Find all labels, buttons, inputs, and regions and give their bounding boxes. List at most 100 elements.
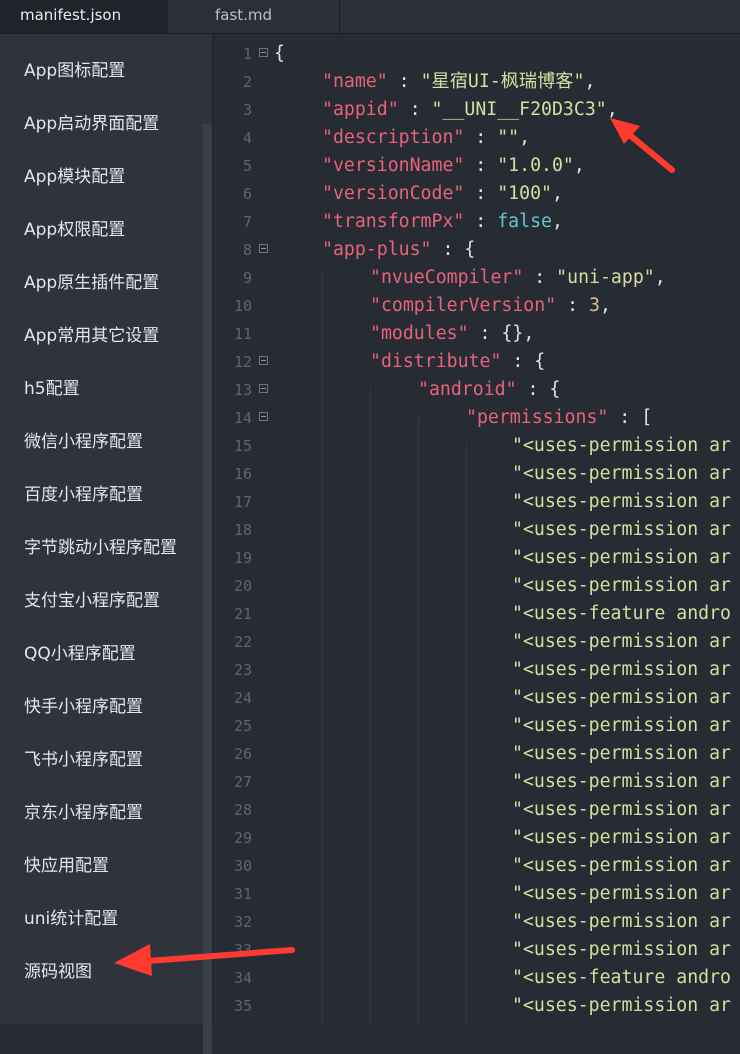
code-token: "<uses-permission ar	[512, 883, 731, 904]
code-token: "android" : {	[418, 379, 561, 400]
fold-toggle-icon[interactable]	[259, 244, 268, 253]
line-number: 15	[233, 437, 252, 455]
code-token: "<uses-permission ar	[512, 715, 731, 736]
line-number: 4	[242, 129, 252, 147]
code-token: "name" : "星宿UI-枫瑞博客",	[322, 71, 596, 92]
sidebar-item-bytedance-mp[interactable]: 字节跳动小程序配置	[24, 533, 177, 558]
line-number: 7	[242, 213, 252, 231]
code-line: 26 "<uses-permission ar	[214, 740, 740, 768]
sidebar-item-feishu-mp[interactable]: 飞书小程序配置	[24, 745, 143, 770]
code-line: 25 "<uses-permission ar	[214, 712, 740, 740]
line-number: 11	[233, 325, 252, 343]
sidebar-item-kuaishou-mp[interactable]: 快手小程序配置	[24, 692, 143, 717]
code-token: "<uses-feature andro	[512, 967, 731, 988]
code-line: 19 "<uses-permission ar	[214, 544, 740, 572]
sidebar-item-app-splash[interactable]: App启动界面配置	[24, 109, 159, 134]
code-token: "<uses-permission ar	[512, 799, 731, 820]
fold-toggle-icon[interactable]	[259, 384, 268, 393]
line-number: 28	[233, 801, 252, 819]
code-token: "appid" : "__UNI__F20D3C3",	[322, 99, 618, 120]
line-number: 2	[242, 73, 252, 91]
line-number: 13	[233, 381, 252, 399]
fold-toggle-icon[interactable]	[259, 48, 268, 57]
line-number: 27	[233, 773, 252, 791]
code-token: "<uses-permission ar	[512, 659, 731, 680]
code-line: 22 "<uses-permission ar	[214, 628, 740, 656]
sidebar-item-qq-mp[interactable]: QQ小程序配置	[24, 639, 136, 664]
sidebar-scrollbar[interactable]	[203, 124, 212, 1054]
line-number: 26	[233, 745, 252, 763]
line-number: 1	[242, 45, 252, 63]
fold-toggle-icon[interactable]	[259, 412, 268, 421]
code-line: 28 "<uses-permission ar	[214, 796, 740, 824]
sidebar-item-alipay-mp[interactable]: 支付宝小程序配置	[24, 586, 160, 611]
code-token: "versionName" : "1.0.0",	[322, 155, 585, 176]
code-token: "modules" : {},	[370, 323, 535, 344]
sidebar-item-quickapp[interactable]: 快应用配置	[24, 851, 109, 876]
code-line: 9 "nvueCompiler" : "uni-app",	[214, 264, 740, 292]
code-token: "<uses-permission ar	[512, 827, 731, 848]
code-token: "<uses-permission ar	[512, 631, 731, 652]
code-token: "<uses-permission ar	[512, 939, 731, 960]
line-number: 6	[242, 185, 252, 203]
line-number: 19	[233, 549, 252, 567]
line-number: 8	[242, 241, 252, 259]
sidebar-item-app-permissions[interactable]: App权限配置	[24, 215, 125, 240]
code-line: 15 "<uses-permission ar	[214, 432, 740, 460]
code-token: {	[274, 43, 285, 64]
code-line: 11 "modules" : {},	[214, 320, 740, 348]
code-line: 7 "transformPx" : false,	[214, 208, 740, 236]
sidebar-item-jd-mp[interactable]: 京东小程序配置	[24, 798, 143, 823]
code-token: "<uses-permission ar	[512, 519, 731, 540]
code-line: 24 "<uses-permission ar	[214, 684, 740, 712]
line-number: 5	[242, 157, 252, 175]
line-number: 31	[233, 885, 252, 903]
code-token: "distribute" : {	[370, 351, 546, 372]
sidebar-item-app-native-plugins[interactable]: App原生插件配置	[24, 268, 159, 293]
code-token: "<uses-permission ar	[512, 463, 731, 484]
code-token: "<uses-permission ar	[512, 687, 731, 708]
code-line: 13 "android" : {	[214, 376, 740, 404]
line-number: 14	[233, 409, 252, 427]
line-number: 16	[233, 465, 252, 483]
line-number: 35	[233, 997, 252, 1015]
code-line: 14 "permissions" : [	[214, 404, 740, 432]
code-token: "app-plus" : {	[322, 239, 476, 260]
code-token: "<uses-permission ar	[512, 575, 731, 596]
sidebar-item-uni-stat[interactable]: uni统计配置	[24, 904, 118, 929]
code-line: 18 "<uses-permission ar	[214, 516, 740, 544]
line-number: 29	[233, 829, 252, 847]
line-number: 18	[233, 521, 252, 539]
sidebar-item-app-modules[interactable]: App模块配置	[24, 162, 125, 187]
code-line: 20 "<uses-permission ar	[214, 572, 740, 600]
code-line: 21 "<uses-feature andro	[214, 600, 740, 628]
tab-manifest-json[interactable]: manifest.json	[0, 0, 168, 33]
code-token: "permissions" : [	[466, 407, 653, 428]
code-line: 12 "distribute" : {	[214, 348, 740, 376]
code-token: "description" : "",	[322, 127, 531, 148]
code-token: "<uses-permission ar	[512, 435, 731, 456]
line-number: 17	[233, 493, 252, 511]
code-line: 29 "<uses-permission ar	[214, 824, 740, 852]
sidebar-item-baidu-mp[interactable]: 百度小程序配置	[24, 480, 143, 505]
code-token: "<uses-permission ar	[512, 771, 731, 792]
sidebar-item-h5[interactable]: h5配置	[24, 374, 80, 399]
line-number: 23	[233, 661, 252, 679]
code-token: "compilerVersion" : 3,	[370, 295, 611, 316]
fold-toggle-icon[interactable]	[259, 356, 268, 365]
line-number: 21	[233, 605, 252, 623]
sidebar-item-source-view[interactable]: 源码视图	[24, 957, 92, 982]
code-token: "<uses-permission ar	[512, 547, 731, 568]
code-token: "<uses-permission ar	[512, 995, 731, 1016]
code-line: 31 "<uses-permission ar	[214, 880, 740, 908]
sidebar-item-app-icon[interactable]: App图标配置	[24, 56, 125, 81]
code-token: "<uses-permission ar	[512, 743, 731, 764]
code-line: 16 "<uses-permission ar	[214, 460, 740, 488]
config-sidebar: App图标配置 App启动界面配置 App模块配置 App权限配置 App原生插…	[0, 34, 214, 1054]
sidebar-item-wechat-mp[interactable]: 微信小程序配置	[24, 427, 143, 452]
code-token: "<uses-permission ar	[512, 855, 731, 876]
line-number: 9	[242, 269, 252, 287]
tab-fast-md[interactable]: fast.md	[168, 0, 340, 33]
sidebar-item-app-other-settings[interactable]: App常用其它设置	[24, 321, 159, 346]
code-token: "versionCode" : "100",	[322, 183, 563, 204]
